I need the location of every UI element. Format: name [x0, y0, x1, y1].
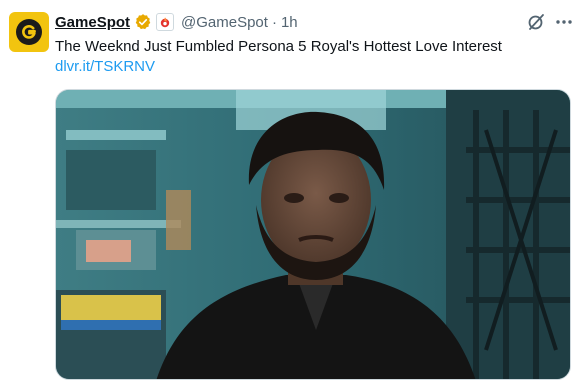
- tweet-link[interactable]: dlvr.it/TSKRNV: [55, 57, 155, 77]
- author-name[interactable]: GameSpot: [55, 14, 130, 31]
- gamespot-logo-icon: [16, 19, 42, 45]
- tweet-media-image[interactable]: [55, 89, 571, 380]
- tweet-text: The Weeknd Just Fumbled Persona 5 Royal'…: [55, 38, 502, 55]
- media-photo-illustration: [56, 90, 570, 379]
- author-handle[interactable]: @GameSpot: [181, 14, 268, 31]
- more-icon[interactable]: [553, 11, 575, 33]
- separator-dot: ·: [271, 13, 277, 31]
- verified-badge-icon[interactable]: [134, 13, 152, 31]
- tweet-header: GameSpot @GameSpot · 1h: [55, 12, 298, 32]
- affiliate-badge-icon[interactable]: [156, 13, 175, 31]
- grok-icon[interactable]: [525, 11, 547, 33]
- author-avatar[interactable]: [9, 12, 49, 52]
- timestamp[interactable]: 1h: [281, 14, 298, 31]
